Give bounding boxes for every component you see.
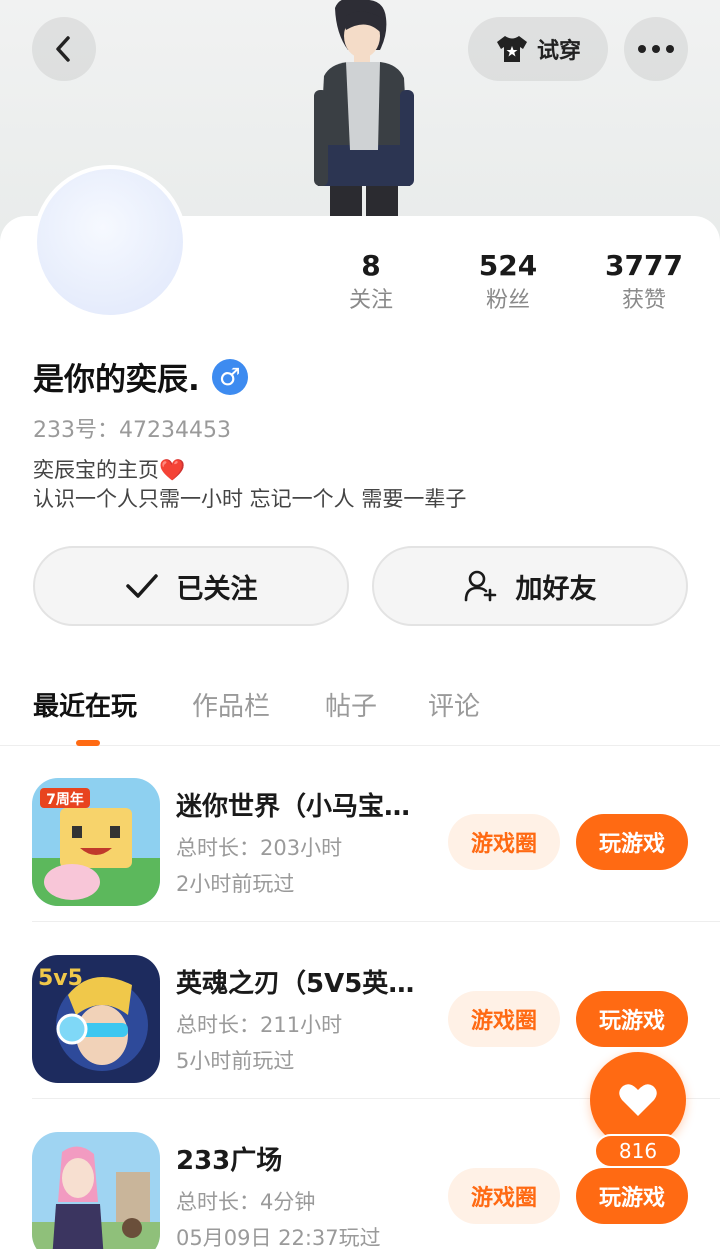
tab-recently-played[interactable]: 最近在玩: [33, 686, 137, 723]
user-avatar[interactable]: [33, 165, 187, 319]
game-circle-button[interactable]: 游戏圈: [448, 991, 560, 1047]
list-item[interactable]: 7周年 迷你世界（小马宝莉联动） 总时长：203小时 2小时前玩过 游戏圈 玩游…: [32, 746, 720, 922]
try-on-button[interactable]: 试穿: [468, 17, 608, 81]
followed-label: 已关注: [176, 573, 258, 605]
game-name: 英魂之刃（5V5英雄对战）: [176, 969, 436, 999]
stat-followers[interactable]: 524 粉丝: [453, 248, 563, 316]
game-last-played: 5小时前玩过: [176, 1049, 295, 1073]
game-icon-233-plaza: [32, 1132, 160, 1249]
play-game-button[interactable]: 玩游戏: [576, 814, 688, 870]
add-friend-button[interactable]: 加好友: [372, 546, 688, 626]
game-icon-mini-world: 7周年: [32, 778, 160, 906]
stat-following-count: 8: [361, 249, 381, 282]
back-icon: [56, 36, 70, 62]
check-icon: [125, 574, 158, 598]
bio-line-1: 奕辰宝的主页❤️: [33, 458, 186, 482]
user-bio: 奕辰宝的主页❤️ 认识一个人只需一小时 忘记一个人 需要一辈子: [33, 456, 466, 514]
stat-likes[interactable]: 3777 获赞: [589, 248, 699, 316]
game-circle-button[interactable]: 游戏圈: [448, 1168, 560, 1224]
game-icon-hero-blade: 5v5: [32, 955, 160, 1083]
avatar-3d-figure: [314, 0, 414, 220]
game-name: 233广场: [176, 1146, 283, 1176]
play-game-button[interactable]: 玩游戏: [576, 991, 688, 1047]
game-name: 迷你世界（小马宝莉联动）: [176, 792, 436, 822]
game-last-played: 2小时前玩过: [176, 872, 295, 896]
shirt-icon: [496, 36, 527, 62]
game-playtime: 总时长：4分钟: [176, 1190, 316, 1214]
divider: [32, 921, 720, 922]
game-playtime: 总时长：203小时: [176, 836, 343, 860]
tab-works[interactable]: 作品栏: [192, 686, 270, 723]
svg-text:7周年: 7周年: [46, 791, 84, 808]
stat-followers-count: 524: [478, 249, 538, 282]
svg-text:5v5: 5v5: [38, 966, 83, 991]
tab-posts[interactable]: 帖子: [325, 686, 377, 723]
game-playtime: 总时长：211小时: [176, 1013, 343, 1037]
game-last-played: 05月09日 22:37玩过: [176, 1226, 381, 1249]
more-icon: [638, 45, 674, 53]
game-circle-button[interactable]: 游戏圈: [448, 814, 560, 870]
add-user-icon: [464, 570, 496, 602]
username: 是你的奕辰.: [33, 362, 200, 398]
try-on-label: 试穿: [536, 39, 581, 64]
add-friend-label: 加好友: [515, 573, 597, 605]
tab-comments[interactable]: 评论: [428, 686, 480, 723]
stat-likes-count: 3777: [605, 249, 683, 282]
like-count-badge: 816: [594, 1134, 682, 1168]
stat-following[interactable]: 8 关注: [316, 248, 426, 316]
bio-line-2: 认识一个人只需一小时 忘记一个人 需要一辈子: [33, 487, 467, 511]
male-icon: ♂: [211, 358, 248, 395]
stat-following-label: 关注: [348, 288, 393, 313]
heart-icon: [619, 1084, 657, 1116]
back-button[interactable]: [32, 17, 96, 81]
play-game-button[interactable]: 玩游戏: [576, 1168, 688, 1224]
username-row: 是你的奕辰. ♂: [33, 354, 248, 399]
followed-button[interactable]: 已关注: [33, 546, 349, 626]
more-button[interactable]: [624, 17, 688, 81]
stat-followers-label: 粉丝: [485, 288, 530, 313]
profile-tabs: 最近在玩 作品栏 帖子 评论: [0, 680, 720, 746]
stat-likes-label: 获赞: [621, 288, 666, 313]
user-id: 233号：47234453: [33, 418, 231, 443]
